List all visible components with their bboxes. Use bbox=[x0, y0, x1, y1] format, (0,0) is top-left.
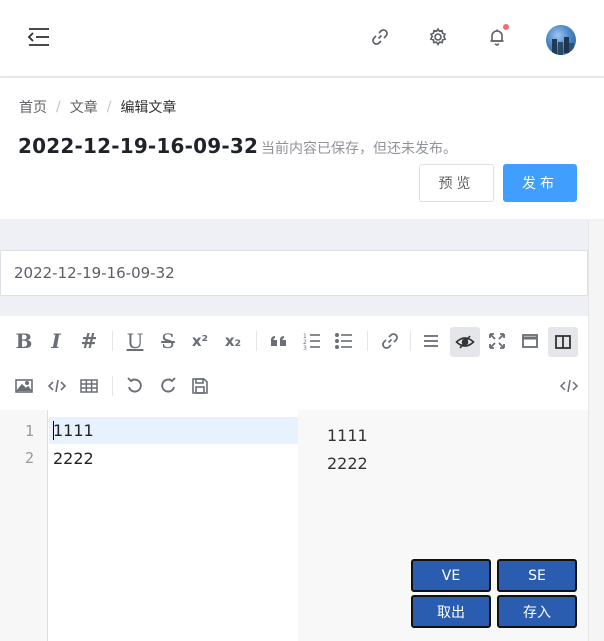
line-number-gutter: 1 2 bbox=[0, 410, 48, 641]
top-header bbox=[0, 0, 604, 76]
text-cursor bbox=[53, 421, 54, 440]
line-number: 1 bbox=[24, 422, 34, 440]
undo-icon[interactable] bbox=[122, 373, 148, 399]
toolbar-divider bbox=[256, 331, 257, 351]
window-icon[interactable] bbox=[517, 328, 543, 354]
publish-button[interactable]: 发布 bbox=[503, 164, 577, 202]
notification-dot bbox=[503, 24, 509, 30]
table-icon[interactable] bbox=[76, 373, 102, 399]
take-out-button[interactable]: 取出 bbox=[411, 595, 491, 628]
unordered-list-icon[interactable] bbox=[331, 328, 357, 354]
underline-button[interactable]: U bbox=[122, 328, 148, 354]
fullscreen-icon[interactable] bbox=[484, 328, 510, 354]
superscript-button[interactable]: x² bbox=[187, 328, 213, 354]
subscript-button[interactable]: x₂ bbox=[220, 328, 246, 354]
code-line[interactable]: 2222 bbox=[49, 445, 298, 472]
breadcrumb-separator: / bbox=[56, 99, 61, 115]
quote-icon[interactable] bbox=[266, 328, 292, 354]
italic-button[interactable]: I bbox=[43, 328, 69, 354]
toolbar-divider bbox=[410, 331, 411, 351]
ordered-list-icon[interactable]: 123 bbox=[299, 328, 325, 354]
toolbar-divider bbox=[367, 331, 368, 351]
line-number: 2 bbox=[24, 449, 34, 467]
se-button[interactable]: SE bbox=[497, 559, 577, 592]
page-header: 首页 / 文章 / 编辑文章 2022-12-19-16-09-32 当前内容已… bbox=[0, 78, 604, 219]
html-code-icon[interactable] bbox=[556, 373, 582, 399]
save-status-text: 当前内容已保存，但还未发布。 bbox=[261, 141, 457, 157]
editor-toolbar: B I # U S x² x₂ 123 bbox=[0, 316, 588, 410]
bell-icon[interactable] bbox=[487, 24, 509, 47]
preview-paragraph: 1111 bbox=[327, 426, 368, 445]
split-view-icon[interactable] bbox=[548, 327, 578, 357]
preview-button[interactable]: 预览 bbox=[419, 164, 494, 202]
markdown-input-area[interactable]: 1111 2222 bbox=[49, 410, 298, 641]
menu-fold-icon[interactable] bbox=[27, 27, 51, 47]
svg-text:3: 3 bbox=[303, 345, 307, 351]
strikethrough-button[interactable]: S bbox=[155, 328, 181, 354]
preview-paragraph: 2222 bbox=[327, 454, 368, 473]
image-icon[interactable] bbox=[11, 373, 37, 399]
toolbar-divider bbox=[112, 331, 113, 351]
avatar[interactable] bbox=[546, 25, 576, 55]
link-icon[interactable] bbox=[377, 328, 403, 354]
breadcrumb-separator: / bbox=[106, 99, 112, 115]
save-icon[interactable] bbox=[187, 373, 213, 399]
page-title: 2022-12-19-16-09-32 bbox=[18, 134, 259, 158]
header-button[interactable]: # bbox=[76, 328, 102, 354]
redo-icon[interactable] bbox=[155, 373, 181, 399]
breadcrumb: 首页 / 文章 / 编辑文章 bbox=[19, 97, 176, 117]
breadcrumb-current: 编辑文章 bbox=[120, 100, 177, 116]
ve-button[interactable]: VE bbox=[411, 559, 491, 592]
code-line-text: 1111 bbox=[53, 421, 94, 440]
link-icon[interactable] bbox=[370, 27, 390, 47]
align-icon[interactable] bbox=[418, 328, 444, 354]
breadcrumb-articles[interactable]: 文章 bbox=[70, 97, 98, 117]
article-title-input[interactable] bbox=[0, 250, 588, 296]
toolbar-divider bbox=[112, 376, 113, 396]
bold-button[interactable]: B bbox=[11, 328, 37, 354]
markdown-editor: B I # U S x² x₂ 123 1 2 1111 2222 1111 2… bbox=[0, 316, 588, 641]
store-button[interactable]: 存入 bbox=[497, 595, 577, 628]
hide-preview-icon[interactable] bbox=[450, 327, 480, 357]
code-icon[interactable] bbox=[44, 373, 70, 399]
breadcrumb-home[interactable]: 首页 bbox=[19, 97, 47, 117]
page-scrollbar[interactable] bbox=[588, 221, 604, 641]
gear-icon[interactable] bbox=[428, 27, 448, 47]
code-line-current[interactable]: 1111 bbox=[49, 417, 298, 444]
